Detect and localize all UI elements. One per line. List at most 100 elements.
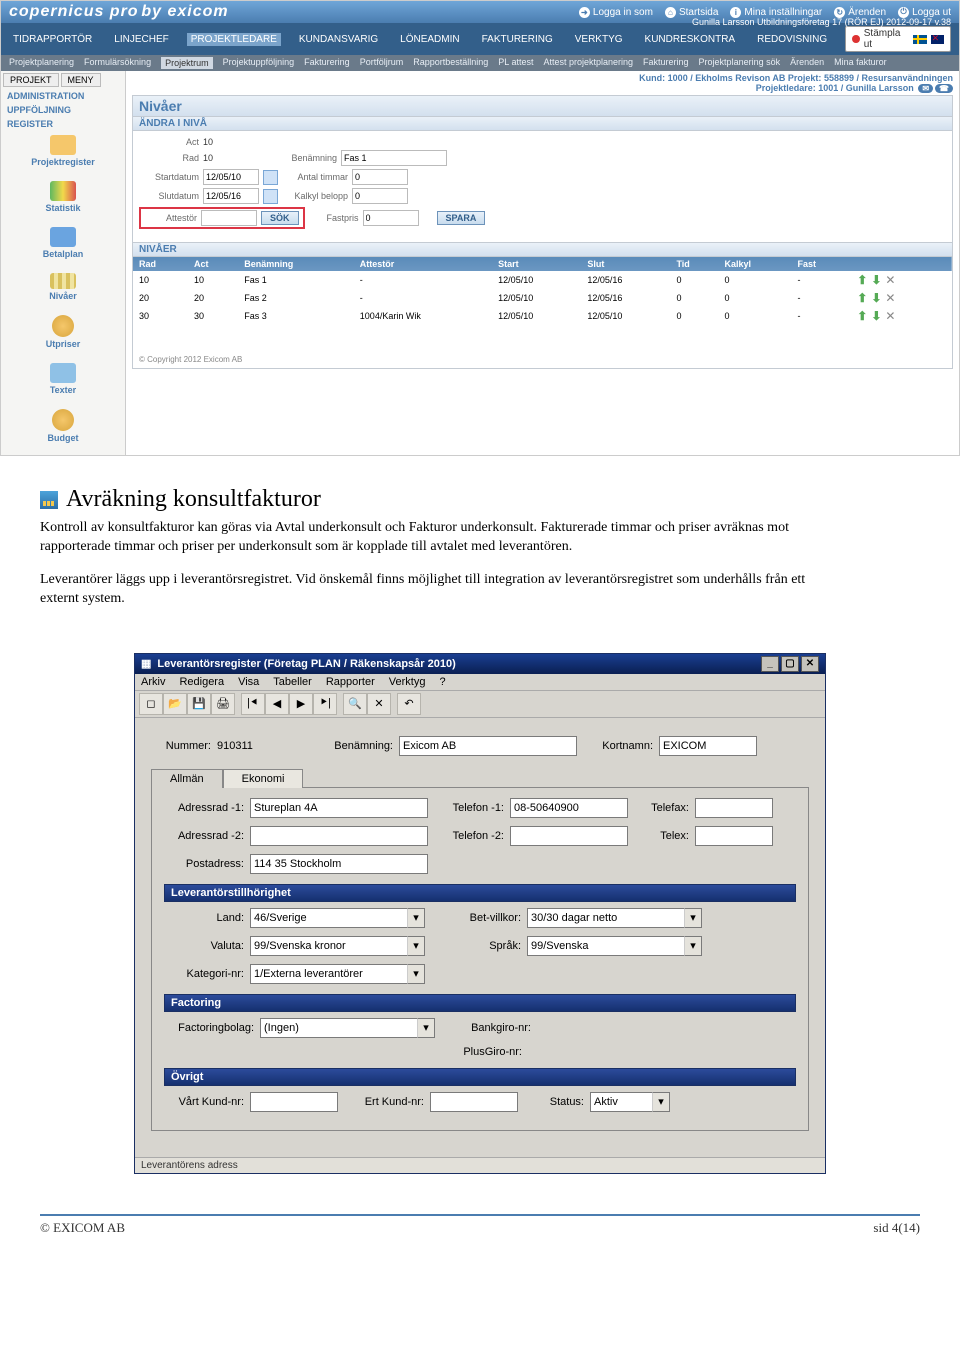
ek-input[interactable]: [430, 1092, 518, 1112]
side-section-uppfoljning[interactable]: UPPFÖLJNING: [3, 103, 123, 117]
tab-kundreskontra[interactable]: KUNDRESKONTRA: [641, 33, 740, 46]
login-link[interactable]: ➜Logga in som: [579, 7, 653, 18]
tb-new[interactable]: ◻: [139, 693, 163, 715]
settings-link[interactable]: iMina inställningar: [730, 7, 822, 18]
fax-input[interactable]: [695, 798, 773, 818]
spara-button[interactable]: SPARA: [437, 211, 486, 225]
kat-dropdown[interactable]: ▾: [250, 964, 425, 984]
tb-save[interactable]: 💾: [187, 693, 211, 715]
table-row[interactable]: 2020 Fas 2- 12/05/1012/05/16 00 - ⬆⬇✕: [133, 289, 952, 307]
tb-last[interactable]: ⯈|: [313, 693, 337, 715]
delete-icon[interactable]: ✕: [883, 273, 897, 287]
down-icon[interactable]: ⬇: [869, 291, 883, 305]
tlx-input[interactable]: [695, 826, 773, 846]
kalk-input[interactable]: [352, 188, 408, 204]
tab-kundansvarig[interactable]: KUNDANSVARIG: [295, 33, 382, 46]
subtab-portfoljrum[interactable]: Portföljrum: [360, 57, 404, 69]
fast-input[interactable]: [363, 210, 419, 226]
spr-dropdown[interactable]: ▾: [527, 936, 702, 956]
up-icon[interactable]: ⬆: [855, 309, 869, 323]
delete-icon[interactable]: ✕: [883, 291, 897, 305]
tab-tidrapportor[interactable]: TIDRAPPORTÖR: [9, 33, 96, 46]
menu-visa[interactable]: Visa: [238, 676, 259, 688]
tab-verktyg[interactable]: VERKTYG: [571, 33, 627, 46]
tb-next[interactable]: ▶: [289, 693, 313, 715]
up-icon[interactable]: ⬆: [855, 273, 869, 287]
tab-fakturering[interactable]: FAKTURERING: [478, 33, 557, 46]
flag-uk-icon[interactable]: [931, 35, 944, 44]
tb-print[interactable]: 🖨: [211, 693, 235, 715]
tb-prev[interactable]: ◀: [265, 693, 289, 715]
ben-input[interactable]: [341, 150, 447, 166]
subtab-rapportbestallning[interactable]: Rapportbeställning: [413, 57, 488, 69]
calendar-start-icon[interactable]: [263, 170, 278, 185]
subtab-formularsokning[interactable]: Formulärsökning: [84, 57, 151, 69]
side-statistik[interactable]: Statistik: [3, 177, 123, 223]
start-input[interactable]: [203, 169, 259, 185]
subtab-plattest[interactable]: PL attest: [498, 57, 533, 69]
minimize-button[interactable]: _: [761, 656, 779, 672]
phone-icon[interactable]: ☎: [935, 84, 953, 93]
logout-link[interactable]: ⏻Logga ut: [898, 7, 951, 18]
down-icon[interactable]: ⬇: [869, 273, 883, 287]
tb-first[interactable]: |⯇: [241, 693, 265, 715]
subtab-mina-fakturor[interactable]: Mina fakturor: [834, 57, 887, 69]
subtab-arenden[interactable]: Ärenden: [790, 57, 824, 69]
subtab-fakturering2[interactable]: Fakturering: [643, 57, 689, 69]
tb-undo[interactable]: ↶: [397, 693, 421, 715]
cases-link[interactable]: ↻Ärenden: [834, 7, 886, 18]
subtab-attest-projektplanering[interactable]: Attest projektplanering: [543, 57, 633, 69]
val-dropdown[interactable]: ▾: [250, 936, 425, 956]
down-icon[interactable]: ⬇: [869, 309, 883, 323]
tab-linjechef[interactable]: LINJECHEF: [110, 33, 172, 46]
tb-delete[interactable]: ✕: [367, 693, 391, 715]
home-link[interactable]: ⌂Startsida: [665, 7, 718, 18]
calendar-slut-icon[interactable]: [263, 189, 278, 204]
menu-rapporter[interactable]: Rapporter: [326, 676, 375, 688]
menu-tabeller[interactable]: Tabeller: [273, 676, 312, 688]
subtab-projektuppfoljning[interactable]: Projektuppföljning: [223, 57, 295, 69]
vk-input[interactable]: [250, 1092, 338, 1112]
tab-allman[interactable]: Allmän: [151, 769, 223, 788]
fact-dropdown[interactable]: ▾: [260, 1018, 435, 1038]
side-betalplan[interactable]: Betalplan: [3, 223, 123, 269]
ben-input[interactable]: [399, 736, 577, 756]
side-section-admin[interactable]: ADMINISTRATION: [3, 89, 123, 103]
up-icon[interactable]: ⬆: [855, 291, 869, 305]
menu-redigera[interactable]: Redigera: [179, 676, 224, 688]
maximize-button[interactable]: ▢: [781, 656, 799, 672]
side-nivaer[interactable]: Nivåer: [3, 269, 123, 311]
stampla-button[interactable]: Stämpla ut: [845, 26, 951, 52]
ctx-meny[interactable]: MENY: [61, 73, 101, 87]
land-dropdown[interactable]: ▾: [250, 908, 425, 928]
timmar-input[interactable]: [352, 169, 408, 185]
tab-loneadmin[interactable]: LÖNEADMIN: [396, 33, 463, 46]
subtab-projektplanering[interactable]: Projektplanering: [9, 57, 74, 69]
tab-projektledare[interactable]: PROJEKTLEDARE: [187, 33, 281, 46]
subtab-projektrum[interactable]: Projektrum: [161, 57, 213, 69]
mail-icon[interactable]: ✉: [918, 84, 933, 93]
bet-dropdown[interactable]: ▾: [527, 908, 702, 928]
tab-redovisning[interactable]: REDOVISNING: [753, 33, 831, 46]
adr1-input[interactable]: [250, 798, 428, 818]
delete-icon[interactable]: ✕: [883, 309, 897, 323]
tb-search[interactable]: 🔍: [343, 693, 367, 715]
side-utpriser[interactable]: Utpriser: [3, 311, 123, 359]
tb-open[interactable]: 📂: [163, 693, 187, 715]
sok-button[interactable]: SÖK: [261, 211, 299, 225]
subtab-fakturering[interactable]: Fakturering: [304, 57, 350, 69]
side-section-register[interactable]: REGISTER: [3, 117, 123, 131]
tab-ekonomi[interactable]: Ekonomi: [223, 769, 304, 788]
post-input[interactable]: [250, 854, 428, 874]
ctx-projekt[interactable]: PROJEKT: [3, 73, 59, 87]
side-projektregister[interactable]: Projektregister: [3, 131, 123, 177]
tel2-input[interactable]: [510, 826, 628, 846]
table-row[interactable]: 3030 Fas 31004/Karin Wik 12/05/1012/05/1…: [133, 307, 952, 325]
tel1-input[interactable]: [510, 798, 628, 818]
close-button[interactable]: ✕: [801, 656, 819, 672]
menu-arkiv[interactable]: Arkiv: [141, 676, 165, 688]
st-dropdown[interactable]: ▾: [590, 1092, 670, 1112]
side-texter[interactable]: Texter: [3, 359, 123, 405]
adr2-input[interactable]: [250, 826, 428, 846]
side-budget[interactable]: Budget: [3, 405, 123, 453]
